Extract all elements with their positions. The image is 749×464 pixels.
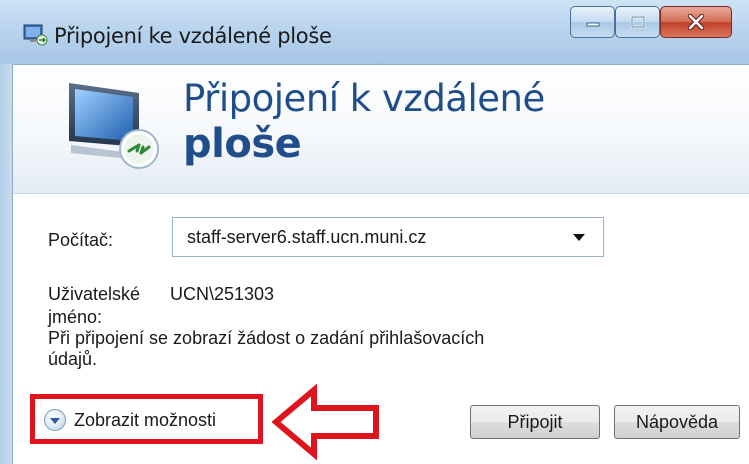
username-label-line2: jméno: <box>48 307 103 327</box>
header-banner: Připojení k vzdálené ploše <box>13 65 749 194</box>
connect-button[interactable]: Připojit <box>470 405 600 439</box>
banner-title-line2: ploše <box>183 121 302 167</box>
remote-desktop-monitor-icon <box>69 83 159 169</box>
computer-value[interactable]: staff-server6.staff.ucn.muni.cz <box>187 227 426 248</box>
minimize-button[interactable] <box>570 6 615 38</box>
computer-combobox[interactable]: staff-server6.staff.ucn.muni.cz <box>172 217 604 257</box>
close-icon <box>687 14 705 30</box>
dropdown-arrow-icon[interactable] <box>573 234 585 241</box>
credentials-notice-line1: Při připojení se zobrazí žádost o zadání… <box>48 328 485 348</box>
window-frame-left <box>0 64 13 464</box>
credentials-notice: Při připojení se zobrazí žádost o zadání… <box>48 328 484 370</box>
banner-title-line1: Připojení k vzdálené <box>183 77 545 120</box>
remote-desktop-icon <box>23 24 48 46</box>
help-button[interactable]: Nápověda <box>614 405 740 439</box>
window-title: Připojení ke vzdálené ploše <box>54 24 332 48</box>
username-label-line1: Uživatelské <box>48 284 141 304</box>
left-arrow-outline-icon <box>272 384 379 460</box>
computer-label: Počítač: <box>48 230 114 250</box>
maximize-icon <box>630 15 645 29</box>
title-bar[interactable]: Připojení ke vzdálené ploše <box>0 0 749 65</box>
credentials-notice-line2: údajů. <box>48 349 98 369</box>
close-button[interactable] <box>660 6 732 38</box>
annotation-highlight-box <box>30 394 263 444</box>
minimize-icon <box>586 22 599 27</box>
maximize-button[interactable] <box>615 6 660 38</box>
username-value: UCN\251303 <box>170 284 275 304</box>
